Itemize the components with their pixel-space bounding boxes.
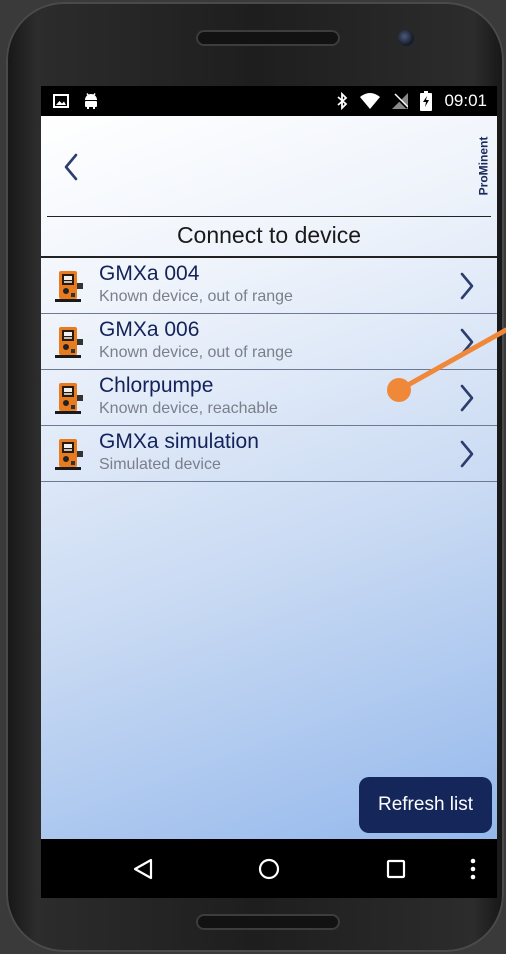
chevron-right-icon [460,328,474,356]
device-list: GMXa 004 Known device, out of range GMXa… [41,258,497,482]
phone-frame: 09:01 ProMinent Connect to device GMXa 0… [6,2,504,952]
device-list-item[interactable]: GMXa simulation Simulated device [41,426,497,482]
android-icon [85,93,97,109]
no-sim-icon [392,93,409,109]
nav-home-button[interactable] [255,855,283,883]
chevron-right-icon [460,384,474,412]
device-list-item[interactable]: GMXa 004 Known device, out of range [41,258,497,314]
chevron-right-icon [460,440,474,468]
device-status: Known device, out of range [99,288,293,305]
screen: 09:01 ProMinent Connect to device GMXa 0… [41,86,497,898]
chevron-right-icon [460,272,474,300]
recents-square-icon [386,859,406,879]
wifi-icon [360,93,381,109]
back-triangle-icon [133,858,153,880]
status-time: 09:01 [444,91,487,110]
device-name: Chlorpumpe [99,374,214,397]
home-circle-icon [258,858,280,880]
battery-charging-icon [420,91,433,111]
device-name: GMXa 006 [99,318,200,341]
device-name: GMXa 004 [99,262,200,285]
nav-recents-button[interactable] [382,855,410,883]
nav-overflow-button[interactable] [459,855,487,883]
device-status: Simulated device [99,456,221,473]
dosing-pump-icon [55,439,83,470]
bottom-speaker [196,914,340,930]
android-nav-bar [41,839,497,898]
bluetooth-icon [337,92,348,110]
dosing-pump-icon [55,383,83,414]
device-status: Known device, out of range [99,344,293,361]
nav-back-button[interactable] [129,855,157,883]
top-speaker [196,30,340,46]
app-content: ProMinent Connect to device GMXa 004 Kno… [41,116,497,839]
device-list-item[interactable]: Chlorpumpe Known device, reachable [41,370,497,426]
front-camera [398,30,414,46]
device-name: GMXa simulation [99,430,259,453]
logo-text: ProMinent [476,136,491,196]
prominent-logo: ProMinent [473,126,493,206]
device-list-item[interactable]: GMXa 006 Known device, out of range [41,314,497,370]
back-button[interactable] [57,150,85,184]
page-title: Connect to device [176,222,362,248]
overflow-menu-icon [470,858,476,880]
dosing-pump-icon [55,271,83,302]
chevron-left-icon [64,153,78,181]
header-divider [47,216,491,217]
image-icon [53,94,69,108]
refresh-list-button[interactable]: Refresh list [359,777,492,833]
dosing-pump-icon [55,327,83,358]
status-bar: 09:01 [41,86,497,116]
device-status: Known device, reachable [99,400,278,417]
